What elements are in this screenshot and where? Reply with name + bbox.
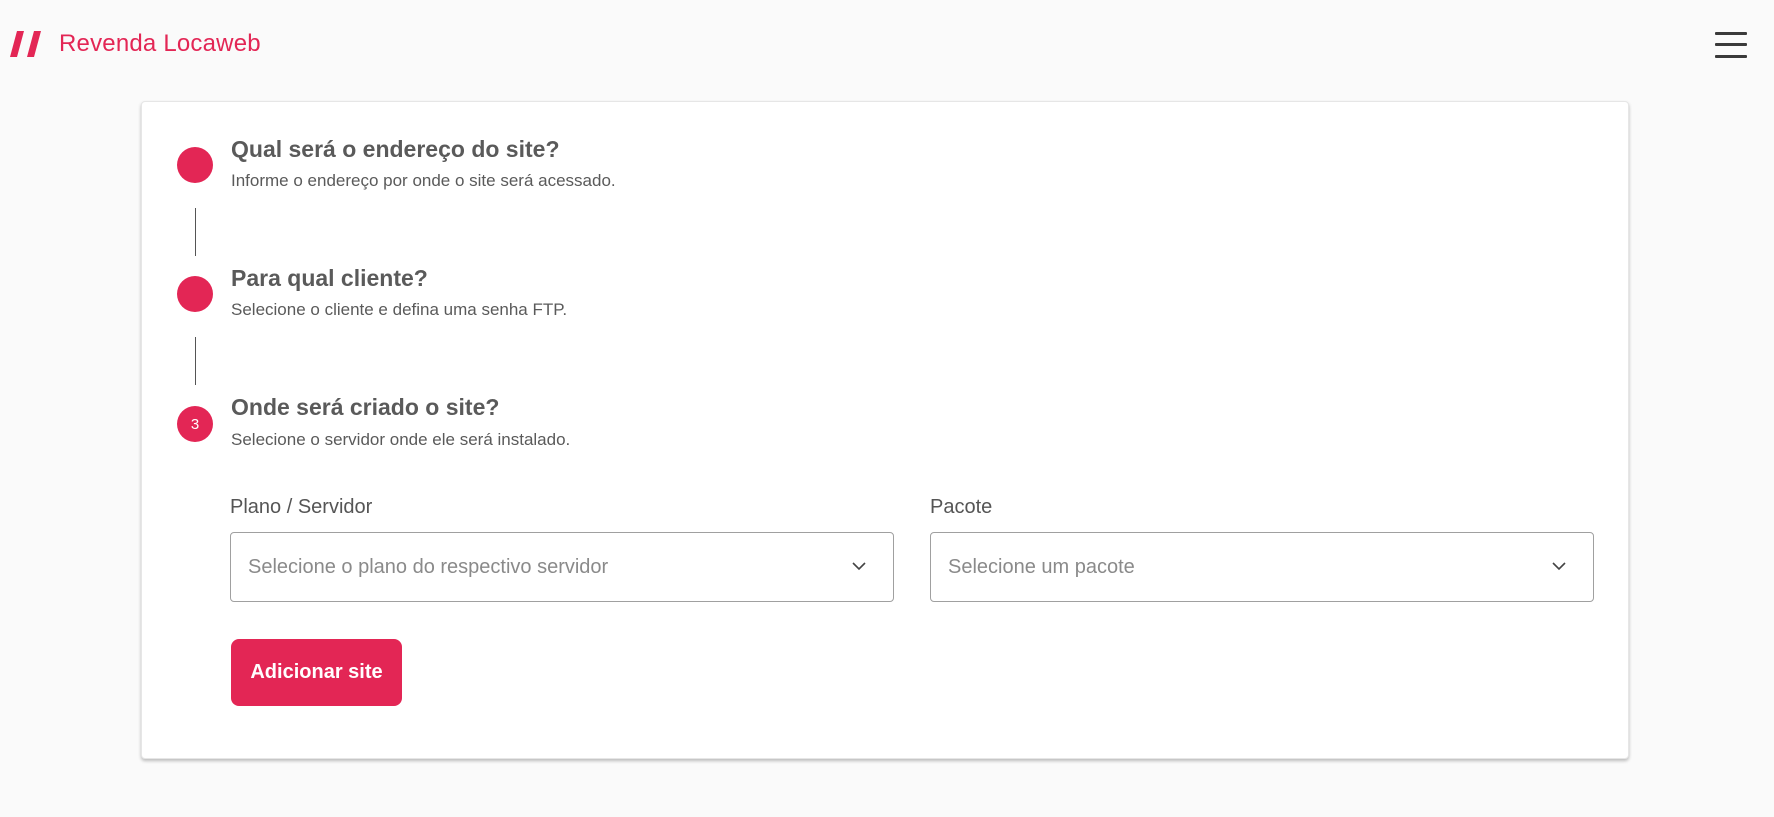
pacote-label: Pacote (930, 496, 993, 518)
locaweb-slashes-icon (10, 31, 41, 57)
step-3-subtitle: Selecione o servidor onde ele será insta… (231, 430, 571, 449)
pacote-select[interactable]: Selecione um pacote (930, 532, 1594, 602)
pacote-placeholder: Selecione um pacote (948, 556, 1135, 578)
step-3-indicator: 3 (177, 406, 213, 442)
step-1-subtitle: Informe o endereço por onde o site será … (231, 171, 616, 190)
step-3-title: Onde será criado o site? (231, 394, 500, 420)
step-1-indicator (177, 147, 213, 183)
plano-servidor-label: Plano / Servidor (230, 496, 373, 518)
step-connector (195, 208, 196, 256)
add-site-button[interactable]: Adicionar site (231, 639, 402, 706)
plano-servidor-placeholder: Selecione o plano do respectivo servidor (248, 556, 609, 578)
top-bar: Revenda Locaweb (0, 0, 1774, 88)
chevron-down-icon (1552, 562, 1566, 571)
chevron-down-icon (852, 562, 866, 571)
hamburger-menu-icon[interactable] (1715, 31, 1747, 59)
brand-logo[interactable]: Revenda Locaweb (9, 28, 261, 60)
step-1-title: Qual será o endereço do site? (231, 136, 560, 162)
add-site-card: Qual será o endereço do site? Informe o … (141, 101, 1629, 759)
step-3-number: 3 (190, 415, 200, 433)
plano-servidor-select[interactable]: Selecione o plano do respectivo servidor (230, 532, 894, 602)
step-2-title: Para qual cliente? (231, 265, 428, 291)
brand-name: Revenda Locaweb (59, 30, 261, 57)
step-2-subtitle: Selecione o cliente e defina uma senha F… (231, 300, 568, 319)
step-2-indicator (177, 276, 213, 312)
step-connector (195, 337, 196, 385)
